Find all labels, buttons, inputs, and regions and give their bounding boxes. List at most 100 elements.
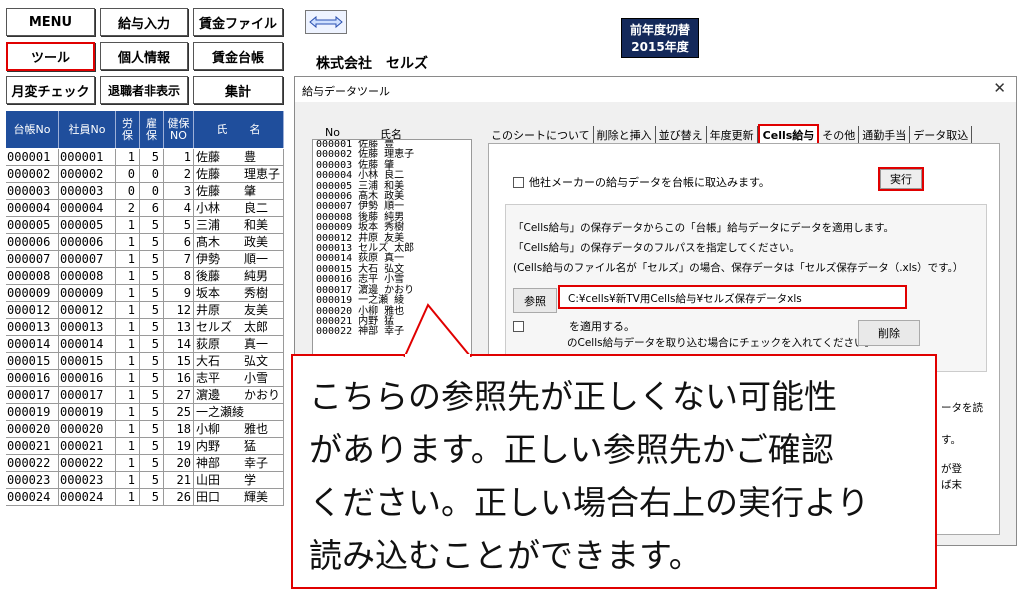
table-cell: 5	[140, 370, 164, 386]
table-row[interactable]: 000003 000003 0 0 3 佐藤 肇	[6, 183, 284, 200]
table-cell: 21	[164, 472, 194, 488]
close-icon[interactable]: ✕	[993, 79, 1006, 97]
table-row[interactable]: 000006 000006 1 5 6 髙木 政美	[6, 234, 284, 251]
table-row[interactable]: 000009 000009 1 5 9 坂本 秀樹	[6, 285, 284, 302]
table-cell: 3	[164, 183, 194, 199]
dialog-title-bar: 給与データツール ✕	[295, 77, 1016, 102]
hide-retired-button[interactable]: 退職者非表示	[100, 76, 188, 104]
personal-info-button[interactable]: 個人情報	[100, 42, 188, 70]
table-cell: 6	[164, 234, 194, 250]
table-row[interactable]: 000021 000021 1 5 19 内野 猛	[6, 438, 284, 455]
list-item[interactable]: 000019 一之瀬 綾	[313, 295, 471, 306]
col-employment-ins: 雇保	[140, 111, 164, 148]
table-cell: 一之瀬綾	[194, 404, 284, 420]
apply-checkbox[interactable]	[513, 320, 524, 332]
wage-ledger-button[interactable]: 賃金台帳	[193, 42, 283, 70]
table-cell: 000023	[6, 472, 59, 488]
table-cell: 000024	[59, 489, 116, 505]
table-cell: 5	[140, 234, 164, 250]
table-cell: 000020	[6, 421, 59, 437]
table-row[interactable]: 000019 000019 1 5 25 一之瀬綾	[6, 404, 284, 421]
swap-arrow-button[interactable]	[305, 10, 347, 34]
table-cell: 25	[164, 404, 194, 420]
callout-line-1: こちらの参照先が正しくない可能性	[309, 377, 837, 416]
list-item[interactable]: 000022 神部 幸子	[313, 326, 471, 337]
table-cell: 000009	[6, 285, 59, 301]
table-row[interactable]: 000024 000024 1 5 26 田口 輝美	[6, 489, 284, 506]
table-cell: 000021	[6, 438, 59, 454]
table-row[interactable]: 000015 000015 1 5 15 大石 弘文	[6, 353, 284, 370]
desc-line-1: 「Cells給与」の保存データからこの「台帳」給与データにデータを適用します。	[513, 222, 895, 234]
table-cell: 000006	[6, 234, 59, 250]
switch-year: 2015年度	[631, 40, 689, 54]
table-cell: 14	[164, 336, 194, 352]
table-cell: 000019	[6, 404, 59, 420]
table-row[interactable]: 000008 000008 1 5 8 後藤 純男	[6, 268, 284, 285]
table-row[interactable]: 000005 000005 1 5 5 三浦 和美	[6, 217, 284, 234]
table-cell: 1	[116, 251, 140, 267]
col-ledger-no: 台帳No	[6, 111, 59, 148]
table-row[interactable]: 000023 000023 1 5 21 山田 学	[6, 472, 284, 489]
table-row[interactable]: 000002 000002 0 0 2 佐藤 理恵子	[6, 166, 284, 183]
table-row[interactable]: 000017 000017 1 5 27 濵邊 かおり	[6, 387, 284, 404]
table-cell: 1	[116, 234, 140, 250]
table-cell: 小柳 雅也	[194, 421, 284, 437]
apply-row: を適用する。	[513, 318, 635, 334]
callout-line-2: があります。正しい参照先かご確認	[309, 430, 834, 469]
salary-input-button[interactable]: 給与入力	[100, 8, 188, 36]
browse-button[interactable]: 参照	[513, 288, 557, 313]
table-row[interactable]: 000012 000012 1 5 12 井原 友美	[6, 302, 284, 319]
table-row[interactable]: 000016 000016 1 5 16 志平 小雪	[6, 370, 284, 387]
table-cell: 5	[140, 149, 164, 165]
table-cell: 5	[140, 285, 164, 301]
table-cell: 6	[140, 200, 164, 216]
table-cell: 荻原 真一	[194, 336, 284, 352]
table-cell: 神部 幸子	[194, 455, 284, 471]
table-cell: 志平 小雪	[194, 370, 284, 386]
monthly-check-button[interactable]: 月変チェック	[6, 76, 95, 104]
import-other-checkbox[interactable]	[513, 176, 524, 188]
table-cell: 9	[164, 285, 194, 301]
table-cell: 18	[164, 421, 194, 437]
table-cell: 田口 輝美	[194, 489, 284, 505]
table-cell: 1	[116, 387, 140, 403]
table-cell: 20	[164, 455, 194, 471]
table-cell: 000013	[59, 319, 116, 335]
table-cell: 000015	[59, 353, 116, 369]
delete-button[interactable]: 削除	[858, 320, 920, 346]
total-button[interactable]: 集計	[193, 76, 283, 104]
table-row[interactable]: 000020 000020 1 5 18 小柳 雅也	[6, 421, 284, 438]
tool-button[interactable]: ツール	[6, 42, 95, 71]
table-cell: 5	[140, 319, 164, 335]
desc-line-3: (Cells給与のファイル名が「セルズ」の場合、保存データは「セルズ保存データ（…	[513, 262, 964, 274]
table-cell: 000014	[59, 336, 116, 352]
table-row[interactable]: 000022 000022 1 5 20 神部 幸子	[6, 455, 284, 472]
table-cell: 5	[140, 421, 164, 437]
right-fragment-3: が登	[941, 463, 962, 475]
annotation-callout: こちらの参照先が正しくない可能性 があります。正しい参照先かご確認 ください。正…	[291, 354, 937, 589]
table-row[interactable]: 000001 000001 1 5 1 佐藤 豊	[6, 149, 284, 166]
table-cell: 000009	[59, 285, 116, 301]
table-cell: 000017	[59, 387, 116, 403]
wage-file-button[interactable]: 賃金ファイル	[193, 8, 283, 36]
apply-label: を適用する。	[569, 320, 635, 333]
table-row[interactable]: 000013 000013 1 5 13 セルズ 太郎	[6, 319, 284, 336]
menu-button[interactable]: MENU	[6, 8, 95, 36]
table-row[interactable]: 000014 000014 1 5 14 荻原 真一	[6, 336, 284, 353]
employee-table: 000001 000001 1 5 1 佐藤 豊 000002 000002 0 0 2 佐藤 理恵子…	[6, 149, 284, 506]
table-cell: 三浦 和美	[194, 217, 284, 233]
table-row[interactable]: 000004 000004 2 6 4 小林 良二	[6, 200, 284, 217]
prev-year-switch-button[interactable]: 前年度切替 2015年度	[621, 18, 699, 58]
path-input[interactable]: C:¥cells¥新TV用Cells給与¥セルズ保存データxls	[558, 285, 907, 309]
table-cell: 1	[116, 472, 140, 488]
table-cell: 000002	[59, 166, 116, 182]
table-row[interactable]: 000007 000007 1 5 7 伊勢 順一	[6, 251, 284, 268]
import-other-row: 他社メーカーの給与データを台帳に取込みます。	[513, 174, 770, 190]
table-cell: 1	[116, 353, 140, 369]
execute-button[interactable]: 実行	[878, 167, 924, 191]
table-cell: 000005	[59, 217, 116, 233]
table-cell: 000004	[6, 200, 59, 216]
table-cell: 000024	[6, 489, 59, 505]
table-cell: 5	[140, 268, 164, 284]
table-cell: 佐藤 肇	[194, 183, 284, 199]
